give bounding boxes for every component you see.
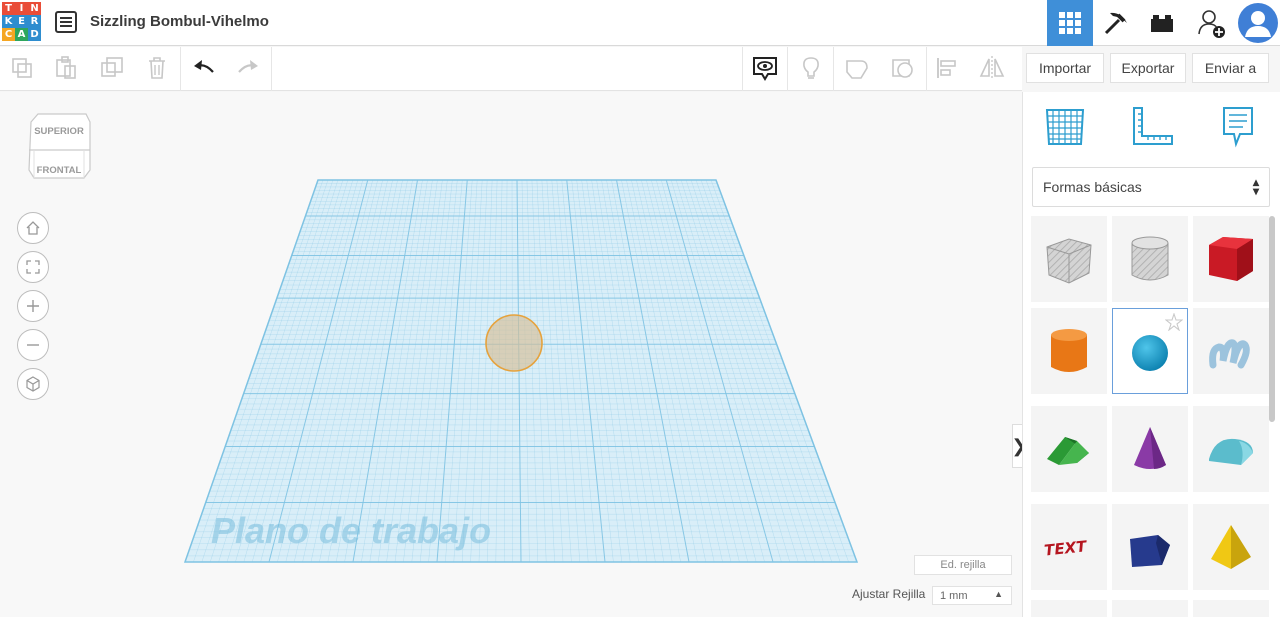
pyramid-icon	[1211, 525, 1251, 569]
import-button[interactable]: Importar	[1026, 53, 1104, 83]
toolbar-divider	[271, 47, 272, 91]
notes-icon[interactable]	[750, 53, 780, 83]
notes-icon[interactable]	[1216, 104, 1260, 148]
top-bar: TINKERCAD Sizzling Bombul-Vihelmo	[0, 0, 1280, 46]
shape-tile-cone[interactable]	[1112, 406, 1188, 492]
workplane-icon[interactable]	[1043, 104, 1087, 148]
view-cube[interactable]: SUPERIOR FRONTAL	[26, 112, 92, 190]
logo-letter: R	[28, 15, 41, 28]
logo-letter: I	[15, 2, 28, 15]
shape-tile-scribble[interactable]	[1193, 308, 1269, 394]
cylinder-icon	[1051, 329, 1087, 372]
export-button[interactable]: Exportar	[1110, 53, 1186, 83]
shape-hole-icon[interactable]	[888, 53, 918, 83]
cone-icon	[1134, 427, 1166, 469]
box-icon	[1209, 237, 1253, 281]
shape-tile-polygon[interactable]	[1112, 504, 1188, 590]
bricks-icon[interactable]	[1139, 0, 1185, 46]
edit-toolbar	[0, 47, 1022, 91]
paste-icon[interactable]	[51, 53, 81, 83]
zoom-out-icon[interactable]	[17, 329, 49, 361]
send-to-button[interactable]: Enviar a	[1192, 53, 1269, 83]
shape-tile-cylinder[interactable]	[1031, 308, 1107, 394]
snap-grid-label: Ajustar Rejilla	[852, 587, 926, 601]
shape-tile-sphere[interactable]	[1112, 308, 1188, 394]
polygon-icon	[1130, 535, 1170, 567]
edit-grid-button[interactable]: Ed. rejilla	[914, 555, 1012, 575]
viewcube-top-label[interactable]: SUPERIOR	[26, 126, 92, 137]
toolbar-divider	[742, 47, 743, 91]
workplane-label: Plano de trabajo	[211, 510, 492, 551]
zoom-in-icon[interactable]	[17, 290, 49, 322]
snap-grid-value: 1 mm	[940, 589, 968, 602]
toolbar-divider	[926, 47, 927, 91]
round-roof-icon	[1209, 438, 1253, 465]
shape-tile-more[interactable]	[1031, 600, 1107, 617]
toolbar-divider	[787, 47, 788, 91]
shape-tile-more[interactable]	[1193, 600, 1269, 617]
sphere-object[interactable]	[485, 314, 543, 372]
tinkercad-logo[interactable]: TINKERCAD	[2, 2, 42, 42]
ruler-icon[interactable]	[1130, 104, 1174, 148]
light-icon[interactable]	[796, 53, 826, 83]
shape-tile-box[interactable]	[1193, 216, 1269, 302]
scribble-icon	[1209, 339, 1250, 369]
shape-solid-icon[interactable]	[842, 53, 872, 83]
cylinder-hole-icon	[1131, 236, 1169, 281]
workplane-grid[interactable]	[0, 92, 1022, 617]
copy-icon[interactable]	[7, 53, 37, 83]
logo-letter: D	[28, 28, 41, 41]
box-hole-icon	[1046, 238, 1092, 284]
select-arrows-icon: ▴ ▾	[1252, 175, 1259, 198]
shape-tile-more[interactable]	[1112, 600, 1188, 617]
design-title[interactable]: Sizzling Bombul-Vihelmo	[90, 13, 269, 30]
viewcube-front-label[interactable]: FRONTAL	[26, 165, 92, 176]
duplicate-icon[interactable]	[97, 53, 127, 83]
svg-text:TEXT: TEXT	[1043, 537, 1089, 560]
shape-tile-box-hole[interactable]	[1031, 216, 1107, 302]
home-view-icon[interactable]	[17, 212, 49, 244]
logo-letter: T	[2, 2, 15, 15]
logo-letter: A	[15, 28, 28, 41]
favorite-star-icon[interactable]	[1165, 313, 1183, 331]
pickaxe-icon[interactable]	[1093, 0, 1139, 46]
perspective-icon[interactable]	[17, 368, 49, 400]
shape-tile-roof[interactable]	[1031, 406, 1107, 492]
snap-grid-select[interactable]: 1 mm ▲	[932, 586, 1012, 605]
shape-tile-text[interactable]: TEXT	[1031, 504, 1107, 590]
logo-letter: C	[2, 28, 15, 41]
shape-category-select[interactable]: Formas básicas ▴ ▾	[1032, 167, 1270, 207]
toolbar-divider	[833, 47, 834, 91]
panel-scrollbar[interactable]	[1269, 216, 1275, 422]
design-list-icon[interactable]	[55, 11, 77, 33]
roof-icon	[1047, 437, 1089, 465]
add-user-icon[interactable]	[1189, 0, 1235, 46]
logo-letter: K	[2, 15, 15, 28]
logo-letter: N	[28, 2, 41, 15]
undo-icon[interactable]	[189, 53, 219, 83]
shape-tile-pyramid[interactable]	[1193, 504, 1269, 590]
logo-letter: E	[15, 15, 28, 28]
delete-icon[interactable]	[142, 53, 172, 83]
avatar-icon[interactable]	[1235, 0, 1280, 46]
caret-up-icon: ▲	[994, 589, 1003, 599]
align-icon[interactable]	[932, 53, 962, 83]
shape-tile-round-roof[interactable]	[1193, 406, 1269, 492]
text-shape-icon: TEXT	[1043, 537, 1089, 560]
redo-icon[interactable]	[233, 53, 263, 83]
shapes-panel: Formas básicas ▴ ▾ TEXT	[1022, 92, 1280, 617]
toolbar-divider	[180, 47, 181, 91]
fit-view-icon[interactable]	[17, 251, 49, 283]
shape-tile-cylinder-hole[interactable]	[1112, 216, 1188, 302]
mirror-icon[interactable]	[977, 53, 1007, 83]
3d-viewport[interactable]: Plano de trabajo SUPERIOR FRONTAL Ed. re…	[0, 92, 1027, 617]
3d-design-icon[interactable]	[1047, 0, 1093, 46]
shape-category-value: Formas básicas	[1043, 179, 1142, 195]
